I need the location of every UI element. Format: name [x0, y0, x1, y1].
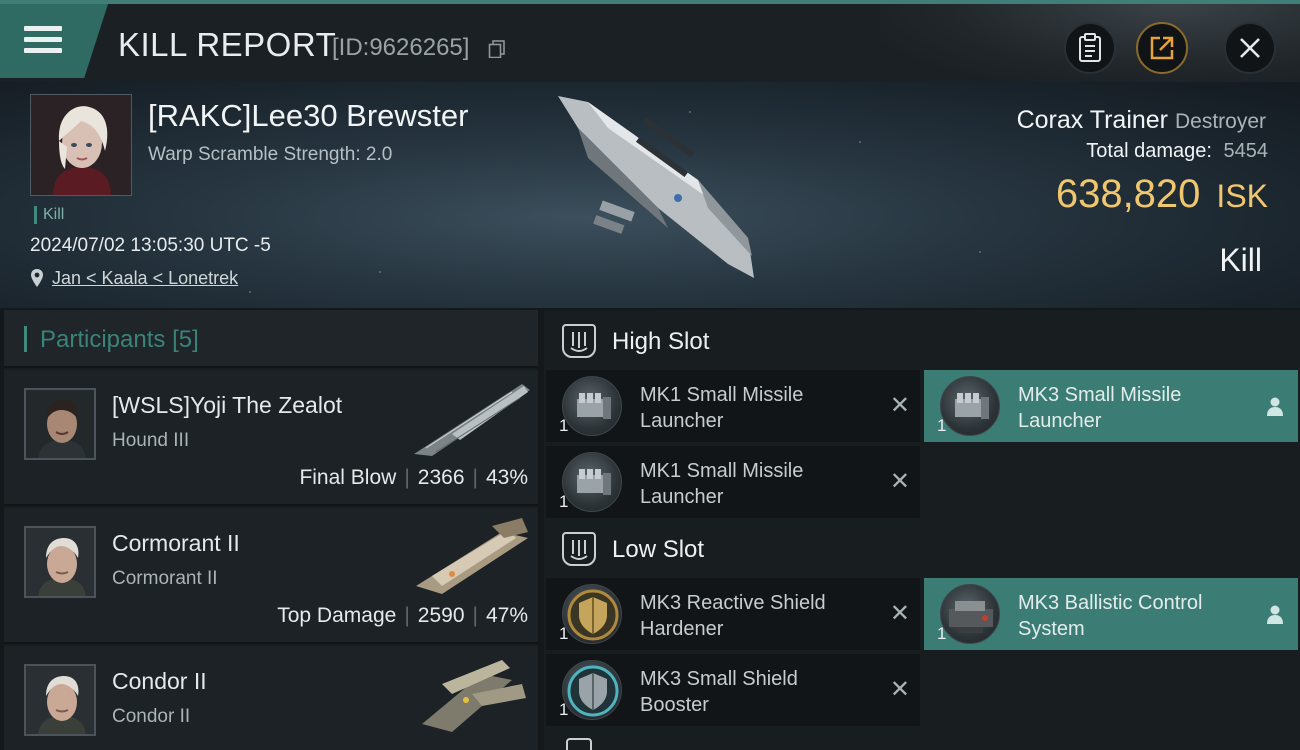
victim-header: [RAKC]Lee30 Brewster Warp Scramble Stren…: [0, 82, 1300, 308]
kill-result: Kill: [1219, 242, 1262, 278]
participant-name: [WSLS]Yoji The Zealot: [112, 392, 343, 418]
module-quantity: 1: [559, 492, 569, 511]
victim-name[interactable]: [RAKC]Lee30 Brewster: [148, 98, 468, 134]
participant-ship: Condor II: [112, 706, 191, 727]
close-button[interactable]: [1224, 22, 1276, 74]
module-card[interactable]: 1 MK1 Small Missile Launcher ✕: [546, 370, 920, 442]
kill-timestamp: 2024/07/02 13:05:30 UTC -5: [30, 235, 271, 256]
participant-name: Condor II: [112, 668, 207, 694]
report-id: [ID:9626265]: [332, 34, 470, 61]
isk-unit: ISK: [1216, 178, 1268, 214]
participant-percent: 47%: [485, 604, 528, 627]
victim-portrait: [31, 95, 131, 195]
participants-title: Participants [5]: [40, 326, 199, 353]
module-name: MK1 Small Missile Launcher: [640, 460, 804, 508]
copy-icon[interactable]: [488, 40, 506, 58]
top-bar: KILL REPORT [ID:9626265]: [0, 0, 1300, 82]
module-quantity: 1: [937, 416, 947, 435]
module-name: MK3 Small Shield Booster: [640, 668, 798, 716]
total-damage: Total damage: 5454: [1086, 140, 1268, 163]
page-title: KILL REPORT: [118, 26, 337, 63]
close-icon: [1240, 38, 1260, 58]
participant-ship: Hound III: [112, 430, 190, 451]
low-slot-title: Low Slot: [612, 536, 705, 563]
fitting-panel: High Slot 1 MK1 Small Missile Launcher ✕…: [544, 310, 1300, 750]
shield-booster-icon: [562, 660, 622, 720]
missile-launcher-icon: [562, 376, 622, 436]
share-button[interactable]: [1136, 22, 1188, 74]
participants-count: [5]: [172, 326, 199, 353]
module-card[interactable]: 1 MK1 Small Missile Launcher ✕: [546, 446, 920, 518]
module-quantity: 1: [937, 624, 947, 643]
participant-avatar: [24, 664, 96, 736]
warp-scramble-strength: Warp Scramble Strength: 2.0: [148, 144, 393, 165]
participant-damage: 2366: [417, 466, 465, 489]
module-card[interactable]: 1 MK3 Reactive Shield Hardener ✕: [546, 578, 920, 650]
module-quantity: 1: [559, 700, 569, 719]
module-name: MK3 Reactive Shield Hardener: [640, 592, 826, 640]
participant-role: Final Blow: [299, 466, 397, 489]
low-slot-header: Low Slot: [544, 520, 1300, 578]
participant-avatar: [24, 526, 96, 598]
participant-ship-image: [416, 518, 528, 594]
share-icon: [1150, 36, 1174, 60]
destroyed-icon: ✕: [889, 468, 910, 495]
participant-damage: 2590: [417, 604, 465, 627]
total-damage-value: 5454: [1223, 140, 1269, 162]
shield-hardener-icon: [562, 584, 622, 644]
module-quantity: 1: [559, 624, 569, 643]
module-name: MK3 Ballistic Control System: [1018, 592, 1203, 640]
participant-percent: 43%: [485, 466, 528, 489]
module-name: MK3 Small Missile Launcher: [1018, 384, 1182, 432]
missile-launcher-icon: [562, 452, 622, 512]
participant-ship-image: [422, 660, 526, 732]
user-icon: [1267, 397, 1283, 416]
user-icon: [1267, 605, 1283, 624]
victim-ship-class: Destroyer: [1174, 110, 1266, 133]
module-quantity: 1: [559, 416, 569, 435]
module-card[interactable]: 1 MK3 Ballistic Control System: [924, 578, 1298, 650]
participants-accent-bar: [24, 326, 27, 352]
participants-panel: Participants [5] [WSLS]Yoji The Zealot H…: [4, 310, 538, 750]
high-slot-icon: [562, 324, 596, 358]
missile-launcher-icon: [940, 376, 1000, 436]
clipboard-button[interactable]: [1064, 22, 1116, 74]
module-card[interactable]: 1 MK3 Small Missile Launcher: [924, 370, 1298, 442]
participant-row[interactable]: Cormorant II Cormorant II Top Damage | 259…: [4, 508, 538, 644]
high-slot-title: High Slot: [612, 328, 710, 355]
module-name: MK1 Small Missile Launcher: [640, 384, 804, 432]
participant-row[interactable]: Condor II Condor II: [4, 646, 538, 750]
participant-avatar: [24, 388, 96, 460]
next-slot-icon: [566, 738, 592, 750]
participant-ship-image: [414, 384, 530, 456]
participants-header: Participants [5]: [4, 310, 538, 368]
isk-amount: 638,820: [1055, 172, 1201, 216]
participant-ship: Cormorant II: [112, 568, 218, 589]
victim-ship-name: Corax Trainer: [1016, 106, 1169, 134]
participant-stats: Top Damage | 2590 | 47%: [277, 604, 528, 627]
destroyed-icon: ✕: [889, 600, 910, 627]
destroyed-icon: ✕: [889, 676, 910, 703]
location-link[interactable]: Jan < Kaala < Lonetrek: [52, 268, 238, 289]
module-card[interactable]: 1 MK3 Small Shield Booster ✕: [546, 654, 920, 726]
total-damage-label: Total damage:: [1086, 140, 1212, 162]
menu-button[interactable]: [0, 4, 108, 78]
low-slot-icon: [562, 532, 596, 566]
participant-name: Cormorant II: [112, 530, 240, 556]
victim-avatar[interactable]: [30, 94, 132, 196]
ballistic-control-icon: [940, 584, 1000, 644]
destroyed-icon: ✕: [889, 392, 910, 419]
victim-ship[interactable]: Corax Trainer Destroyer: [1017, 106, 1266, 135]
high-slot-header: High Slot: [544, 312, 1300, 370]
kill-tag: Kill: [34, 206, 64, 224]
location-pin-icon: [31, 269, 43, 287]
clipboard-icon: [1079, 33, 1101, 62]
participant-role: Top Damage: [277, 604, 397, 627]
participant-stats: Final Blow | 2366 | 43%: [299, 466, 528, 489]
participant-row[interactable]: [WSLS]Yoji The Zealot Hound III Final Bl…: [4, 370, 538, 506]
menu-icon: [24, 26, 62, 54]
isk-value: 638,820 ISK: [1056, 172, 1268, 217]
victim-ship-image: [558, 96, 754, 278]
